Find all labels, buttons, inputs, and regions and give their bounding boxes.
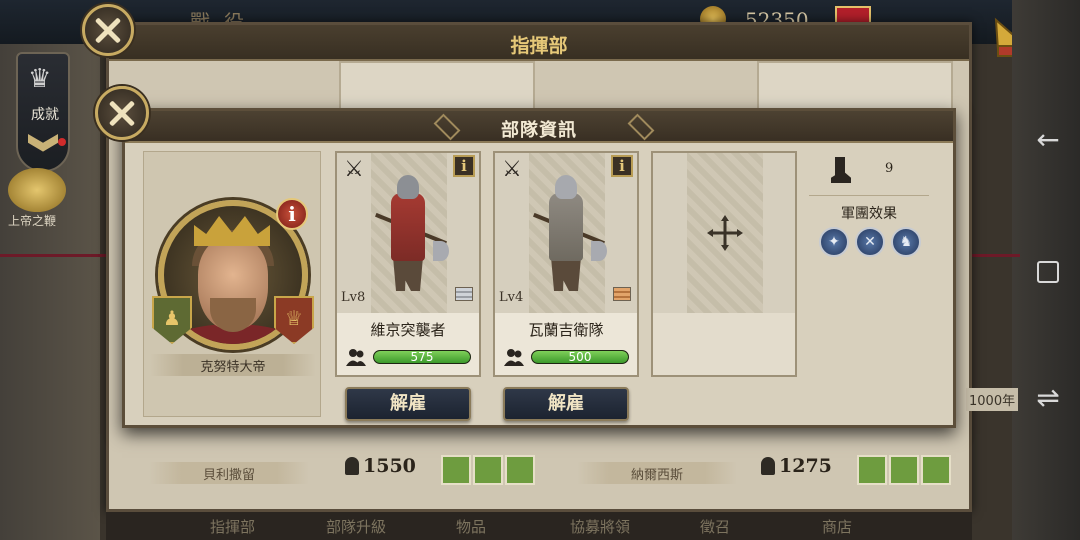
soldier-body — [391, 193, 425, 261]
troop-count: 575 — [410, 350, 434, 364]
unit-info-button[interactable]: i — [453, 155, 475, 177]
crossed-swords-icon: ⚔ — [344, 157, 364, 182]
unit-info-button[interactable]: i — [611, 155, 633, 177]
troop-count-bar: 500 — [531, 350, 629, 364]
unit-card[interactable]: ⚔ i Lv8 維京突襲者 575 — [335, 151, 481, 377]
divider — [809, 195, 929, 196]
commander-name: 克努特大帝 — [150, 354, 316, 376]
troop-count-bar: 575 — [373, 350, 471, 364]
crossed-swords-icon: ⚔ — [502, 157, 522, 182]
dismiss-unit-button[interactable]: 解雇 — [503, 387, 629, 421]
troop-count: 500 — [568, 350, 592, 364]
soldier-helmet — [555, 175, 577, 199]
army-effect-title: 軍團效果 — [841, 206, 897, 222]
rank-bronze-icon — [613, 287, 631, 301]
boot-speed-icon — [831, 157, 851, 183]
troops-icon — [345, 347, 367, 367]
unit-info-dialog: 部隊資訊 i ♟ ♕ 克努特大帝 ⚔ i Lv8 維京突襲者 575 ⚔ i L… — [122, 108, 956, 428]
unit-level: Lv8 — [341, 290, 366, 305]
dialog-title: 部隊資訊 — [501, 120, 577, 141]
charge-effect-icon[interactable]: ✕ — [855, 227, 885, 257]
empty-unit-slot[interactable] — [651, 151, 797, 377]
close-icon — [95, 86, 149, 140]
axe-head — [591, 241, 607, 261]
unit-name: 瓦蘭吉衛隊 — [528, 321, 604, 339]
dismiss-unit-button[interactable]: 解雇 — [345, 387, 471, 421]
soldier-helmet — [397, 175, 419, 199]
commander-info-button[interactable]: i — [276, 198, 308, 230]
move-plus-icon — [705, 213, 745, 253]
empty-slot-footer — [653, 313, 795, 375]
commander-panel: i ♟ ♕ 克努特大帝 — [143, 151, 321, 417]
close-dialog-button[interactable] — [95, 86, 149, 140]
unit-card[interactable]: ⚔ i Lv4 瓦蘭吉衛隊 500 — [493, 151, 639, 377]
dialog-header: 部隊資訊 — [125, 111, 953, 143]
movement-speed: 9 — [885, 161, 894, 176]
axe-head — [433, 241, 449, 261]
unit-name: 維京突襲者 — [370, 321, 446, 339]
troops-icon — [503, 347, 525, 367]
unit-level: Lv4 — [499, 290, 524, 305]
horse-effect-icon[interactable]: ♞ — [891, 227, 921, 257]
rank-silver-icon — [455, 287, 473, 301]
soldier-body — [549, 193, 583, 261]
sword-effect-icon[interactable]: ✦ — [819, 227, 849, 257]
